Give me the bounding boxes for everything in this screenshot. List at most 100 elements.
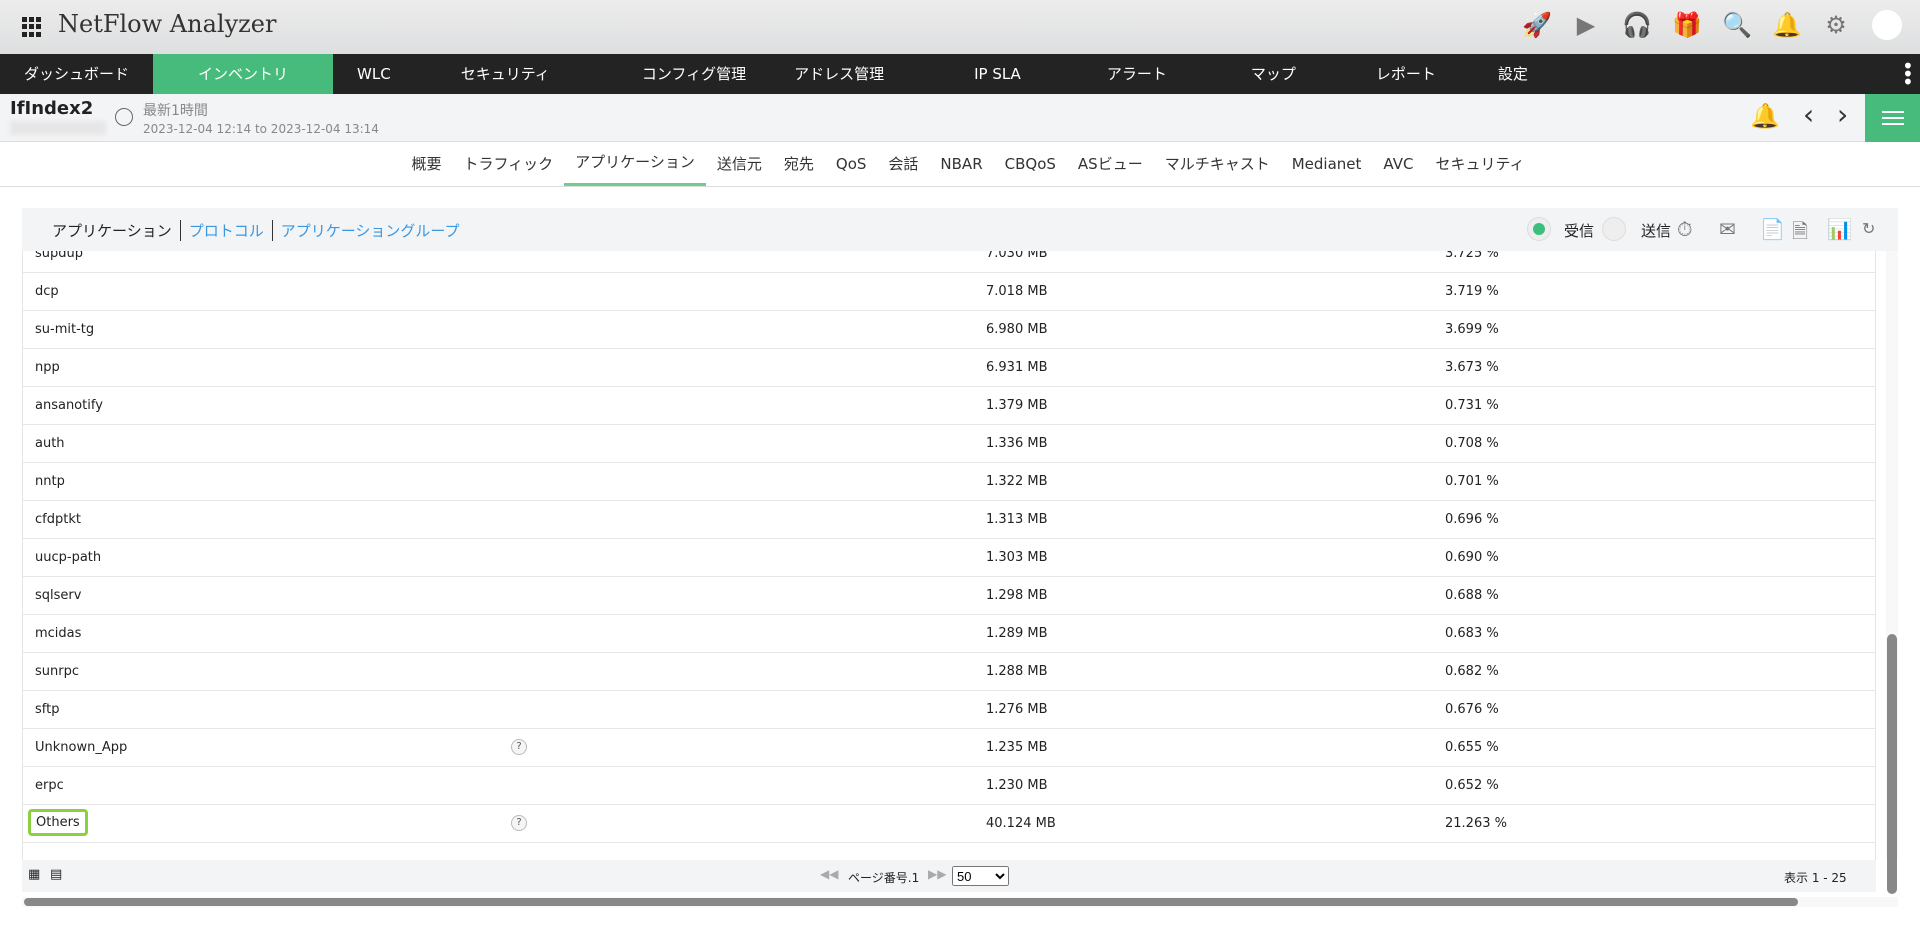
nav-security[interactable]: セキュリティ [415,54,596,94]
tab-nbar[interactable]: NBAR [929,142,993,186]
app-name[interactable]: auth [35,436,65,451]
next-icon[interactable]: › [1837,98,1848,131]
nav-maps[interactable]: マップ [1209,54,1338,94]
tab-multicast[interactable]: マルチキャスト [1154,142,1281,186]
horizontal-scrollbar[interactable] [22,897,1898,907]
table-row: Unknown_App? 1.235 MB 0.655 % [23,729,1875,767]
tab-overview[interactable]: 概要 [400,142,452,186]
app-title: NetFlow Analyzer [58,10,277,38]
subnav-application[interactable]: アプリケーション [44,220,181,241]
traffic-value: 1.336 MB [986,436,1048,451]
help-icon[interactable]: ? [511,815,527,831]
more-icon[interactable]: • • • [1902,56,1914,92]
tab-medianet[interactable]: Medianet [1281,142,1373,186]
pdf-icon[interactable]: 📄 [1760,217,1785,241]
traffic-value: 1.276 MB [986,702,1048,717]
application-table: supdup 7.030 MB 3.725 % dcp 7.018 MB 3.719 % s… [22,251,1876,860]
bell-icon[interactable]: 🔔 [1772,11,1802,39]
tab-qos[interactable]: QoS [825,142,878,186]
percent-value: 3.699 % [1445,322,1499,337]
search-icon[interactable]: 🔍 [1722,11,1752,39]
schedule-icon[interactable]: ⏱ [1677,217,1693,241]
subnav-protocol[interactable]: プロトコル [181,220,273,241]
csv-icon[interactable]: 🗎 [1792,217,1808,251]
app-name[interactable]: dcp [35,284,59,299]
app-name[interactable]: nntp [35,474,65,489]
apps-grid-icon[interactable] [22,17,42,37]
gear-icon[interactable]: ⚙ [1822,11,1850,39]
table-row: sunrpc 1.288 MB 0.682 % [23,653,1875,691]
presentation-icon[interactable]: ▶ [1572,11,1600,39]
chart-icon[interactable]: 📊 [1827,217,1852,241]
app-name[interactable]: npp [35,360,60,375]
tab-avc[interactable]: AVC [1372,142,1424,186]
percent-value: 0.688 % [1445,588,1499,603]
email-icon[interactable]: ✉ [1719,217,1736,241]
tab-traffic[interactable]: トラフィック [452,142,564,186]
percent-value: 0.655 % [1445,740,1499,755]
help-icon[interactable]: ? [511,739,527,755]
next-last-icon[interactable]: ▶▶ [928,867,946,881]
time-period[interactable]: 最新1時間 [143,100,208,120]
tab-source[interactable]: 送信元 [706,142,773,186]
app-name[interactable]: sftp [35,702,59,717]
tab-as-view[interactable]: ASビュー [1067,142,1154,186]
app-name[interactable]: mcidas [35,626,81,641]
app-name[interactable]: cfdptkt [35,512,81,527]
app-name[interactable]: sunrpc [35,664,79,679]
send-radio[interactable] [1602,217,1626,241]
headset-icon[interactable]: 🎧 [1622,11,1652,39]
table-row: mcidas 1.289 MB 0.683 % [23,615,1875,653]
percent-value: 3.673 % [1445,360,1499,375]
table-row: su-mit-tg 6.980 MB 3.699 % [23,311,1875,349]
app-name[interactable]: ansanotify [35,398,103,413]
table-row: erpc 1.230 MB 0.652 % [23,767,1875,805]
app-name[interactable]: sqlserv [35,588,81,603]
export-icon[interactable]: ▤ [50,867,62,882]
traffic-value: 1.303 MB [986,550,1048,565]
nav-dashboard[interactable]: ダッシュボード [0,54,153,94]
vertical-scrollbar[interactable] [1886,251,1898,894]
refresh-icon[interactable]: ↻ [1862,219,1875,238]
receive-radio[interactable] [1527,217,1551,241]
nav-address[interactable]: アドレス管理 [792,54,930,94]
clock-icon[interactable] [115,108,133,126]
gift-icon[interactable]: 🎁 [1672,11,1702,39]
app-name[interactable]: erpc [35,778,64,793]
page-number: ページ番号.1 [848,871,920,885]
nav-reports[interactable]: レポート [1338,54,1474,94]
nav-ipsla[interactable]: IP SLA [930,54,1065,94]
page-size-select[interactable]: 50 [952,866,1009,886]
app-name[interactable]: Others [28,809,88,836]
first-prev-icon[interactable]: ◀◀ [820,867,838,881]
percent-value: 0.676 % [1445,702,1499,717]
percent-value: 0.683 % [1445,626,1499,641]
percent-value: 0.690 % [1445,550,1499,565]
alarm-icon[interactable]: 🔔 [1750,102,1780,130]
app-name[interactable]: Unknown_App [35,740,127,755]
app-name[interactable]: uucp-path [35,550,101,565]
send-label: 送信 [1641,222,1672,240]
tab-destination[interactable]: 宛先 [773,142,825,186]
prev-icon[interactable]: ‹ [1803,98,1814,131]
nav-settings[interactable]: 設定 [1474,54,1552,94]
device-bar: IfIndex2 最新1時間 2023-12-04 12:14 to 2023-… [0,94,1920,142]
nav-alerts[interactable]: アラート [1065,54,1209,94]
subnav-app-group[interactable]: アプリケーショングループ [273,220,468,241]
menu-button[interactable] [1865,94,1920,142]
avatar[interactable] [1872,10,1902,40]
nav-inventory[interactable]: インベントリ [153,54,334,94]
rocket-icon[interactable]: 🚀 [1522,11,1552,39]
tab-security[interactable]: セキュリティ [1424,142,1535,186]
percent-value: 0.652 % [1445,778,1499,793]
tab-conversation[interactable]: 会話 [877,142,929,186]
nav-wlc[interactable]: WLC [333,54,415,94]
app-name[interactable]: su-mit-tg [35,322,94,337]
table-row: dcp 7.018 MB 3.719 % [23,273,1875,311]
percent-value: 0.682 % [1445,664,1499,679]
calculator-icon[interactable]: ▦ [28,867,40,882]
tab-application[interactable]: アプリケーション [564,142,706,186]
app-name[interactable]: supdup [35,251,83,261]
nav-config[interactable]: コンフィグ管理 [596,54,792,94]
tab-cbqos[interactable]: CBQoS [994,142,1067,186]
